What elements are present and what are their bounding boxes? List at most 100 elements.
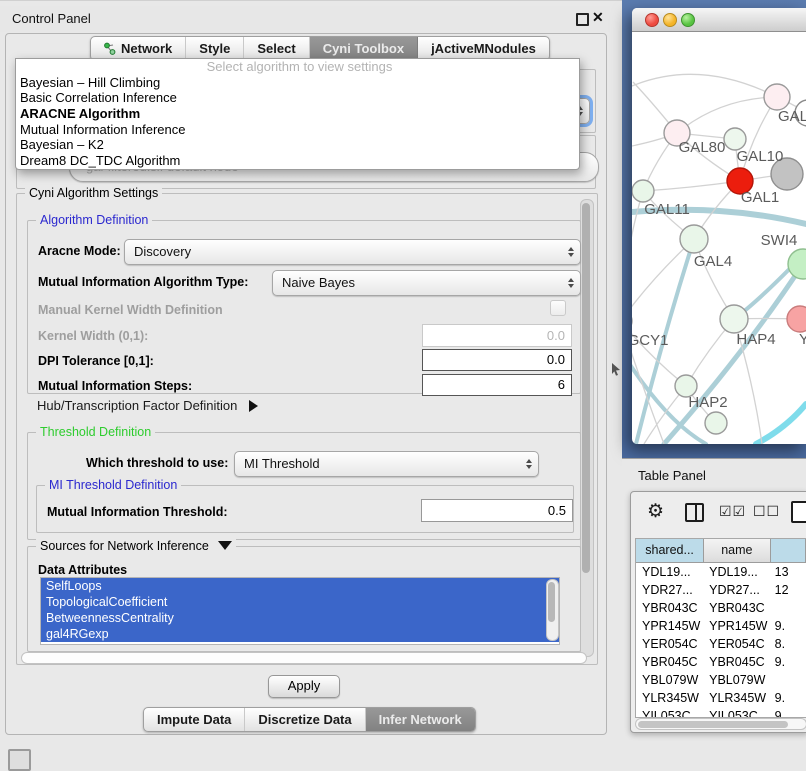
tab-select[interactable]: Select [244,37,309,60]
manual-kernel-checkbox[interactable] [550,300,566,316]
table-cell: 9. [769,653,806,671]
table-row[interactable]: YPR145WYPR145W9. [636,617,806,635]
mi-steps-field[interactable]: 6 [422,374,572,396]
tab-discretize-data[interactable]: Discretize Data [245,708,365,731]
aracne-mode-label: Aracne Mode: [38,244,121,258]
mi-threshold-group-title: MI Threshold Definition [45,478,181,492]
network-edge-thick[interactable] [756,404,806,444]
network-node-gal10[interactable] [724,128,746,150]
network-edge[interactable] [677,97,777,133]
network-edge-thick[interactable] [664,264,803,444]
tab-impute-data[interactable]: Impute Data [144,708,245,731]
minimized-panel-icon[interactable] [8,749,31,771]
table-row[interactable]: YBL079WYBL079W [636,671,806,689]
attributes-scrollbar-thumb[interactable] [548,582,555,622]
tab-label: jActiveMNodules [431,38,536,60]
network-view-window[interactable]: GALGAL80GAL10GAL1GAL11GAL4SWI4GCY1HAP4YH… [632,8,806,444]
table-row[interactable]: YBR045CYBR045C9. [636,653,806,671]
window-zoom-icon[interactable] [681,13,695,27]
settings-horizontal-scrollbar[interactable] [21,652,587,664]
hub-definition-toggle[interactable]: Hub/Transcription Factor Definition [37,398,258,413]
tab-network[interactable]: Network [91,37,186,60]
tab-infer-network[interactable]: Infer Network [366,708,475,731]
column-header[interactable]: name [704,539,770,562]
mi-type-combobox[interactable]: Naive Bayes [272,270,581,296]
combo-arrows-icon [568,247,574,257]
settings-vertical-scrollbar[interactable] [580,199,594,657]
network-node-hap4[interactable] [720,305,748,333]
network-node-gal[interactable] [764,84,790,110]
table-scrollbar-thumb[interactable] [638,721,788,728]
mouse-cursor [610,362,622,376]
table-cell: YBL079W [703,671,769,689]
network-window-titlebar[interactable] [632,8,806,32]
attribute-list-item[interactable]: TopologicalCoefficient [41,594,559,610]
dropdown-item[interactable]: Mutual Information Inference [16,122,579,138]
dropdown-item[interactable]: ARACNE Algorithm [16,106,579,122]
table-cell: YDR27... [636,581,703,599]
apply-button[interactable]: Apply [268,675,340,698]
data-attributes-list[interactable]: SelfLoopsTopologicalCoefficientBetweenne… [40,577,560,645]
table-row[interactable]: YLR345WYLR345W9. [636,689,806,707]
dropdown-item[interactable]: Bayesian – K2 [16,137,579,153]
close-panel-icon[interactable]: ✕ [592,9,604,26]
network-edge[interactable] [643,181,740,191]
mi-threshold-field[interactable]: 0.5 [421,499,573,522]
kernel-width-field[interactable]: 0.0 [422,324,572,347]
column-header[interactable] [771,539,806,562]
network-edge[interactable] [632,239,694,321]
network-node[interactable] [705,412,727,434]
table-cell: 8. [769,635,806,653]
tab-label: Cyni Toolbox [323,38,404,60]
table-row[interactable]: YDL19...YDL19...13 [636,563,806,581]
control-panel-title: Control Panel [12,11,91,26]
network-node-gal11[interactable] [632,180,654,202]
kernel-width-label: Kernel Width (0,1): [38,329,148,343]
mi-threshold-label: Mutual Information Threshold: [47,505,228,519]
network-node-gal4[interactable] [680,225,708,253]
dpi-tolerance-field[interactable]: 0.0 [422,349,572,371]
attribute-list-item[interactable]: gal4RGexp [41,626,559,642]
table-row[interactable]: YDR27...YDR27...12 [636,581,806,599]
attribute-list-item[interactable]: SelfLoops [41,578,559,594]
network-node-label: Y [799,331,806,348]
dropdown-item[interactable]: Bayesian – Hill Climbing [16,75,579,91]
network-node-y[interactable] [787,306,806,332]
network-canvas[interactable]: GALGAL80GAL10GAL1GAL11GAL4SWI4GCY1HAP4YH… [632,31,806,444]
tab-cyni-toolbox[interactable]: Cyni Toolbox [310,37,418,60]
table-row[interactable]: YBR043CYBR043C [636,599,806,617]
cytoscape-desktop: GALGAL80GAL10GAL1GAL11GAL4SWI4GCY1HAP4YH… [622,0,806,458]
column-management-icon[interactable] [685,503,704,522]
tab-jactivemnodules[interactable]: jActiveMNodules [418,37,549,60]
expanded-arrow-icon[interactable] [218,541,232,550]
mi-steps-label: Mutual Information Steps: [38,379,192,393]
table-row[interactable]: YER054CYER054C8. [636,635,806,653]
threshold-definition-title: Threshold Definition [36,425,155,439]
attribute-list-item[interactable]: BetweennessCentrality [41,610,559,626]
combo-arrows-icon [568,278,574,288]
unselect-all-columns-icon[interactable]: ☐☐ [753,503,780,520]
table-cell: YLR345W [636,689,703,707]
window-close-icon[interactable] [645,13,659,27]
new-table-icon[interactable] [791,501,806,523]
network-node-label: GCY1 [632,332,668,349]
float-panel-icon[interactable] [576,13,589,26]
dropdown-item[interactable]: Basic Correlation Inference [16,90,579,106]
settings-scrollbar-thumb[interactable] [582,203,590,573]
network-edge[interactable] [632,74,777,97]
network-node-swi4[interactable] [788,249,806,279]
window-minimize-icon[interactable] [663,13,677,27]
column-header[interactable]: shared... [636,539,704,562]
which-threshold-combobox[interactable]: MI Threshold [234,451,539,477]
table-row[interactable]: YIL053CYIL053C9 [636,707,806,718]
combo-arrows-icon [526,459,532,469]
table-settings-gear-icon[interactable]: ⚙ [647,500,664,523]
table-horizontal-scrollbar[interactable] [635,718,806,730]
dropdown-item[interactable]: Dream8 DC_TDC Algorithm [16,153,579,169]
table-cell: YBR043C [636,599,703,617]
select-all-columns-icon[interactable]: ☑☑ [719,503,746,520]
attributes-list-scrollbar[interactable] [546,579,559,641]
aracne-mode-combobox[interactable]: Discovery [124,239,581,265]
table-panel-window: ⚙ ☑☑ ☐☐ shared...name YDL19...YDL19...13… [630,491,806,733]
tab-style[interactable]: Style [186,37,244,60]
